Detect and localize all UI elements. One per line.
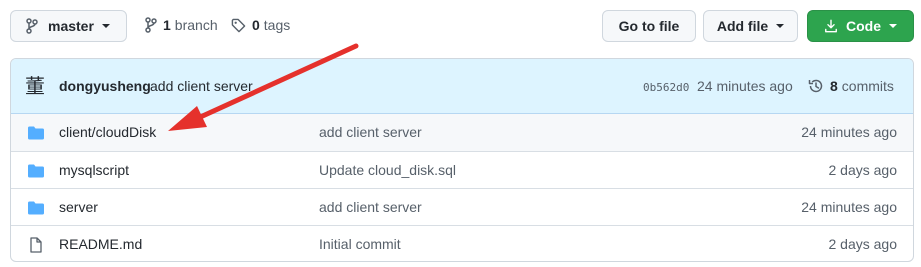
chevron-down-icon <box>889 24 897 28</box>
file-age: 24 minutes ago <box>801 124 897 140</box>
add-file-label: Add file <box>716 18 769 34</box>
file-name: mysqlscript <box>59 162 130 178</box>
go-to-file-button[interactable]: Go to file <box>602 10 696 42</box>
file-commit-message[interactable]: add client server <box>319 199 422 215</box>
file-commit-message[interactable]: add client server <box>319 124 422 140</box>
file-age: 24 minutes ago <box>801 199 897 215</box>
branches-count: 1 <box>163 17 171 33</box>
commits-link[interactable]: 8 commits <box>808 78 894 94</box>
commit-message[interactable]: add client server <box>150 78 253 94</box>
file-commit-message[interactable]: Initial commit <box>319 236 401 252</box>
file-row[interactable]: server add client server 24 minutes ago <box>11 188 913 225</box>
commit-age: 24 minutes ago <box>697 78 793 94</box>
file-name: README.md <box>59 236 143 252</box>
file-name-link[interactable]: mysqlscript <box>59 162 129 178</box>
branch-selector-button[interactable]: master <box>10 10 127 42</box>
file-name-link[interactable]: README.md <box>59 236 142 252</box>
file-row[interactable]: mysqlscript Update cloud_disk.sql 2 days… <box>11 151 913 188</box>
tags-label: tags <box>263 17 291 33</box>
folder-icon <box>28 164 44 178</box>
download-icon <box>825 19 837 33</box>
latest-commit-bar: 董 dongyusheng add client server 0b562d0 … <box>11 59 913 114</box>
tags-count: 0 <box>252 17 260 33</box>
commits-label: commits <box>841 78 894 94</box>
code-label: Code <box>846 18 881 34</box>
file-browser: 董 dongyusheng add client server 0b562d0 … <box>10 58 914 262</box>
file-commit-message[interactable]: Update cloud_disk.sql <box>319 162 456 178</box>
repo-toolbar: master 1 branch 0 tags Go to file Add fi… <box>0 0 921 52</box>
code-button[interactable]: Code <box>807 10 914 42</box>
folder-icon <box>28 201 44 215</box>
file-age: 2 days ago <box>828 162 898 178</box>
tags-link[interactable]: 0 tags <box>231 17 290 33</box>
file-name-prefix: client/ <box>59 124 96 140</box>
file-name: cloudDisk <box>95 124 157 140</box>
tag-icon <box>231 18 246 32</box>
branches-link[interactable]: 1 branch <box>145 17 218 33</box>
commits-count: 8 <box>830 78 838 94</box>
chevron-down-icon <box>101 24 110 28</box>
avatar[interactable]: 董 <box>25 75 47 97</box>
folder-icon <box>28 126 44 140</box>
file-name-link[interactable]: client/cloudDisk <box>59 124 156 140</box>
file-name: server <box>59 199 98 215</box>
branches-label: branch <box>174 17 218 33</box>
commit-sha[interactable]: 0b562d0 <box>643 81 689 94</box>
git-branch-icon <box>145 17 157 33</box>
file-age: 2 days ago <box>828 236 898 252</box>
branch-name: master <box>48 18 94 34</box>
file-name-link[interactable]: server <box>59 199 98 215</box>
commit-author[interactable]: dongyusheng <box>59 78 151 94</box>
file-row[interactable]: README.md Initial commit 2 days ago <box>11 225 913 261</box>
git-branch-icon <box>26 18 38 34</box>
file-icon <box>30 237 42 253</box>
file-row[interactable]: client/cloudDisk add client server 24 mi… <box>11 114 913 151</box>
history-icon <box>808 79 823 93</box>
chevron-down-icon <box>776 24 785 28</box>
add-file-button[interactable]: Add file <box>703 10 798 42</box>
